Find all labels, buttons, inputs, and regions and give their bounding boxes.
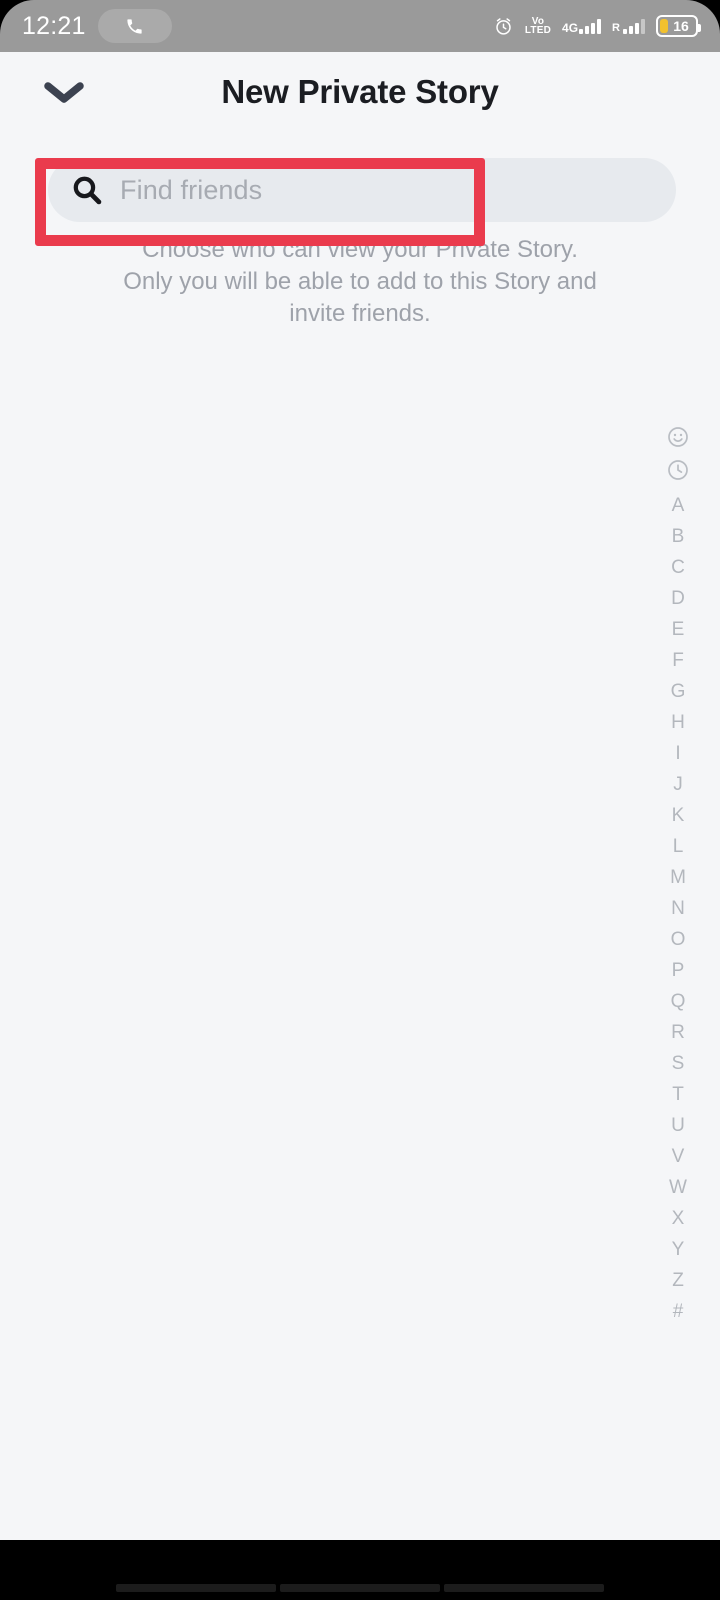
index-letter-w[interactable]: W xyxy=(669,1172,687,1203)
index-letter-x[interactable]: X xyxy=(669,1203,687,1234)
network-type-label: 4G xyxy=(562,21,579,35)
index-letter-d[interactable]: D xyxy=(669,583,687,614)
index-letter-m[interactable]: M xyxy=(669,862,687,893)
index-letter-h[interactable]: H xyxy=(669,707,687,738)
index-letter-c[interactable]: C xyxy=(669,552,687,583)
page-header: New Private Story xyxy=(0,52,720,132)
index-letter-e[interactable]: E xyxy=(669,614,687,645)
volte-indicator: Vo LTED xyxy=(524,16,552,36)
index-letter-a[interactable]: A xyxy=(669,490,687,521)
description-line-3: invite friends. xyxy=(289,300,431,327)
roaming-signal-bars-icon xyxy=(623,18,645,34)
navigation-gesture-bars[interactable] xyxy=(0,1584,720,1592)
battery-percent-label: 16 xyxy=(673,18,689,34)
index-letter-v[interactable]: V xyxy=(669,1141,687,1172)
nav-segment-recents[interactable] xyxy=(116,1584,276,1592)
smiley-face-icon xyxy=(668,427,688,447)
chevron-down-icon xyxy=(44,82,84,103)
index-letter-k[interactable]: K xyxy=(669,800,687,831)
index-letter-t[interactable]: T xyxy=(669,1079,687,1110)
index-letter-g[interactable]: G xyxy=(669,676,687,707)
status-bar-left: 12:21 xyxy=(22,9,172,43)
status-bar: 12:21 Vo LTED 4G R 16 xyxy=(0,0,720,52)
index-letter-n[interactable]: N xyxy=(669,893,687,924)
search-placeholder: Find friends xyxy=(120,174,263,205)
phone-screen: 12:21 Vo LTED 4G R 16 New Private Story … xyxy=(0,0,720,1600)
index-letter-i[interactable]: I xyxy=(669,738,687,769)
close-sheet-button[interactable] xyxy=(38,71,90,113)
roaming-label: R xyxy=(612,22,620,34)
roaming-signal-indicator: R xyxy=(612,18,645,34)
index-letter-q[interactable]: Q xyxy=(669,986,687,1017)
page-title: New Private Story xyxy=(221,73,499,110)
index-letter-p[interactable]: P xyxy=(669,955,687,986)
index-letter-r[interactable]: R xyxy=(669,1017,687,1048)
index-item-recents[interactable] xyxy=(665,457,691,483)
search-input[interactable]: Find friends xyxy=(48,158,676,222)
status-bar-right: Vo LTED 4G R 16 xyxy=(493,15,701,37)
private-story-description: Choose who can view your Private Story. … xyxy=(0,234,720,330)
mobile-network-indicator: 4G xyxy=(562,18,602,35)
alphabet-index-scrubber[interactable]: A B C D E F G H I J K L M N O P Q R S T U V W X Y Z # xyxy=(658,424,698,1327)
index-letter-z[interactable]: Z xyxy=(669,1265,687,1296)
index-item-bitmoji[interactable] xyxy=(665,424,691,450)
search-icon xyxy=(73,176,102,205)
nav-segment-back[interactable] xyxy=(444,1584,604,1592)
search-section: Find friends xyxy=(0,132,720,222)
battery-icon: 16 xyxy=(656,15,701,37)
index-letter-f[interactable]: F xyxy=(669,645,687,676)
index-letter-y[interactable]: Y xyxy=(669,1234,687,1265)
app-content: New Private Story Find friends Choose wh… xyxy=(0,52,720,1540)
alarm-clock-icon xyxy=(496,17,511,35)
index-letter-hash[interactable]: # xyxy=(669,1296,687,1327)
phone-icon xyxy=(127,18,142,34)
description-line-2: Only you will be able to add to this Sto… xyxy=(123,268,597,295)
index-letter-l[interactable]: L xyxy=(669,831,687,862)
status-bar-clock: 12:21 xyxy=(22,11,86,40)
signal-bars-icon xyxy=(579,18,602,34)
active-call-indicator[interactable] xyxy=(97,9,172,43)
index-letters[interactable]: A B C D E F G H I J K L M N O P Q R S T U V W X Y Z # xyxy=(669,490,687,1327)
recent-clock-icon xyxy=(668,460,688,480)
index-letter-b[interactable]: B xyxy=(669,521,687,552)
index-letter-j[interactable]: J xyxy=(669,769,687,800)
index-letter-u[interactable]: U xyxy=(669,1110,687,1141)
nav-segment-home[interactable] xyxy=(280,1584,440,1592)
index-letter-o[interactable]: O xyxy=(669,924,687,955)
system-navigation-bar xyxy=(0,1540,720,1600)
description-line-1: Choose who can view your Private Story. xyxy=(142,236,578,263)
index-letter-s[interactable]: S xyxy=(669,1048,687,1079)
